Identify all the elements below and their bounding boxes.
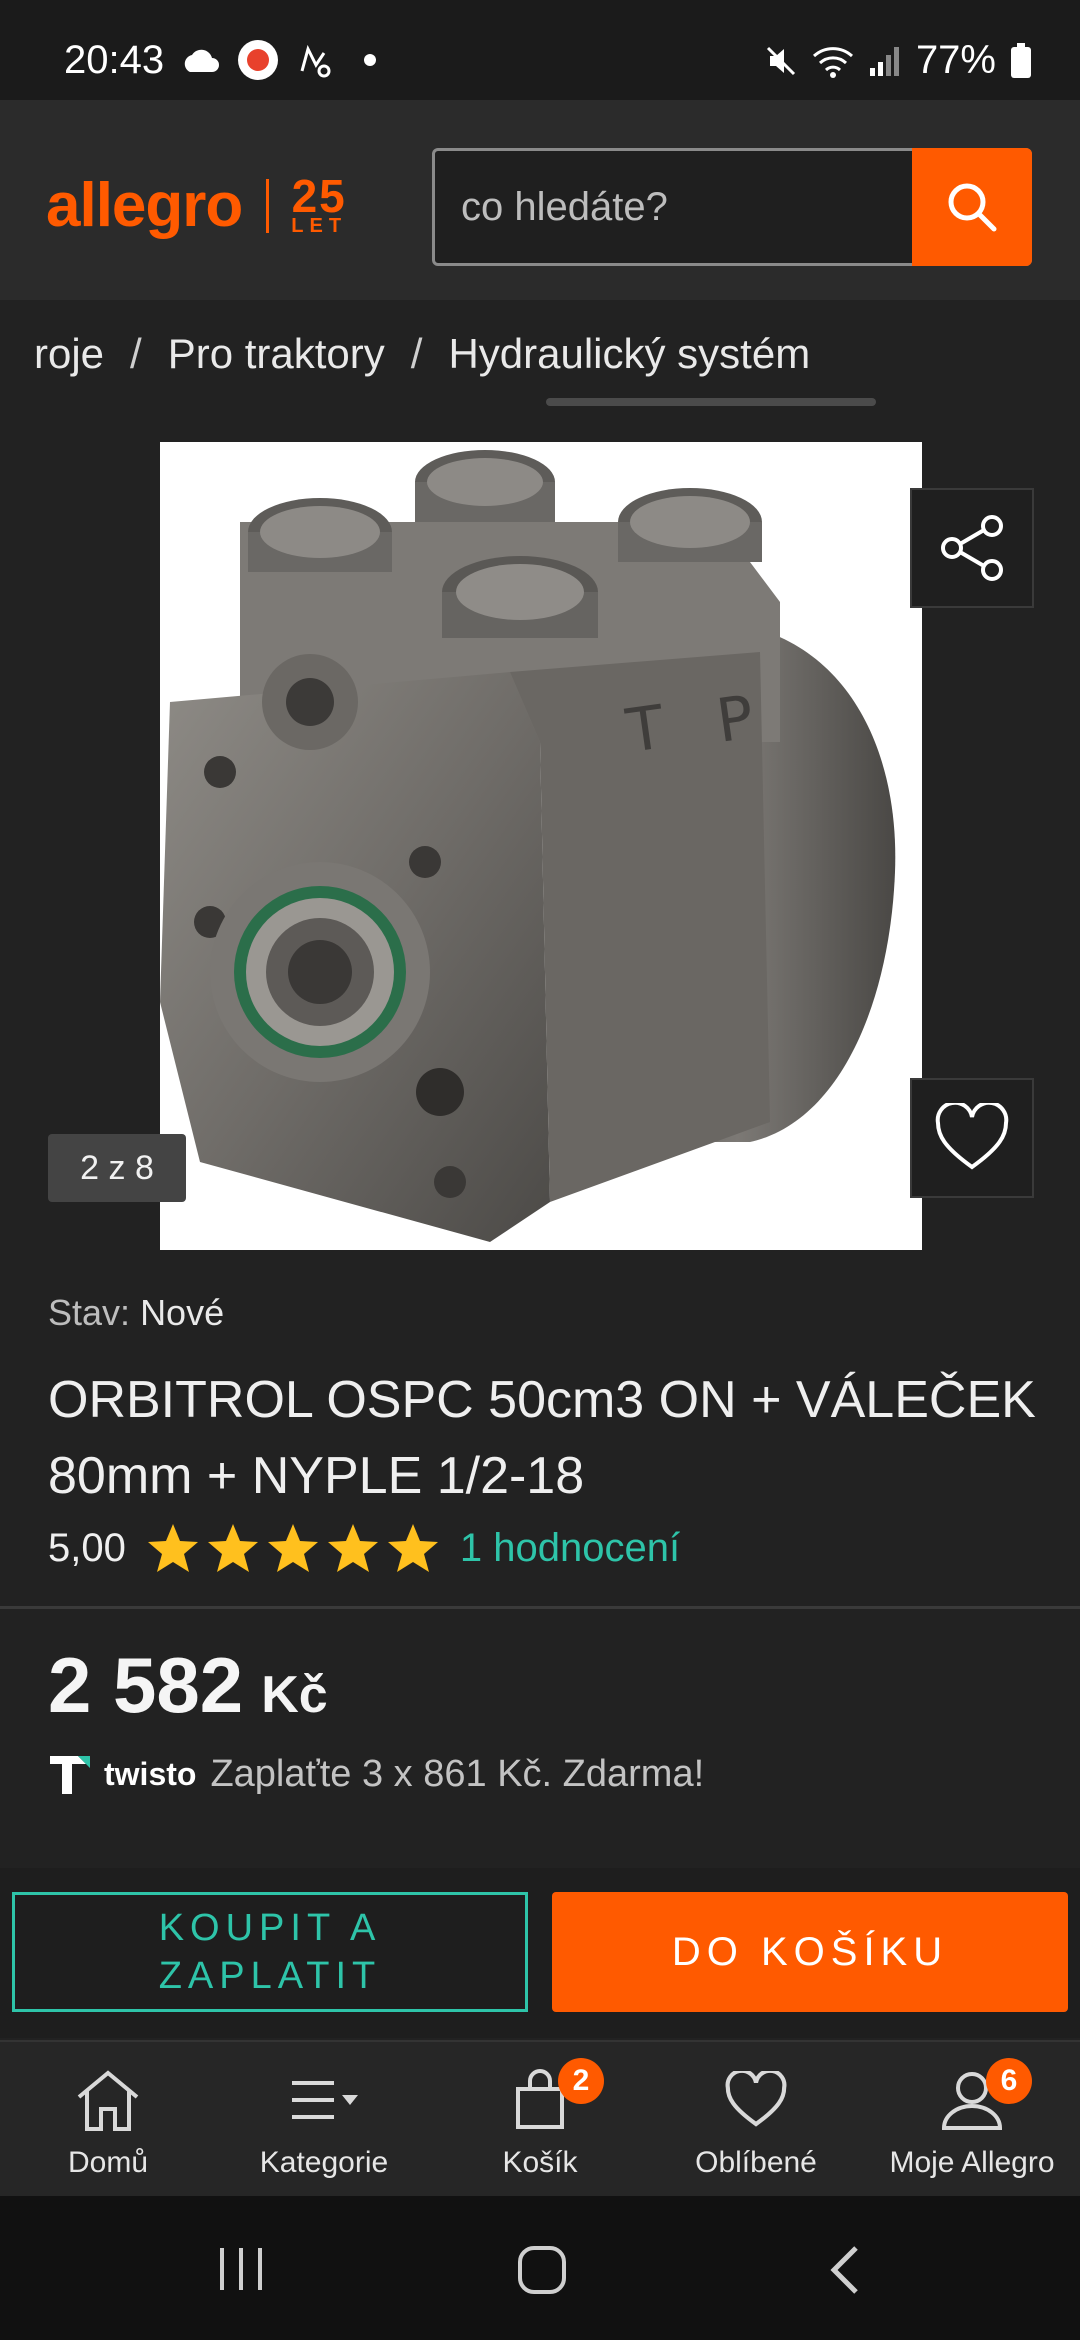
- nav-my-allegro[interactable]: 6 Moje Allegro: [864, 2058, 1080, 2180]
- price: 2 582 Kč: [48, 1640, 328, 1731]
- heart-icon: [935, 1103, 1009, 1170]
- condition: Stav: Nové: [48, 1292, 224, 1334]
- price-amount: 2 582: [48, 1641, 244, 1729]
- logo-wordmark: allegro: [46, 171, 243, 240]
- breadcrumb-scroll-indicator: [546, 398, 876, 406]
- home-button-icon[interactable]: [516, 2244, 568, 2296]
- system-navigation-bar: [0, 2196, 1080, 2340]
- battery-icon: [1011, 42, 1031, 78]
- rating: 5,00 1 hodnocení: [48, 1522, 680, 1574]
- recent-apps-icon[interactable]: [214, 2244, 268, 2294]
- status-time: 20:43: [64, 38, 165, 82]
- image-counter: 2 z 8: [48, 1134, 186, 1202]
- condition-value: Nové: [140, 1292, 225, 1333]
- logo-separator: [266, 178, 270, 233]
- twisto-logo-icon: [50, 1756, 90, 1794]
- nav-my-allegro-label: Moje Allegro: [889, 2146, 1055, 2179]
- wifi-icon: [812, 46, 853, 78]
- favorite-button[interactable]: [910, 1078, 1034, 1198]
- star-icon: [147, 1524, 198, 1572]
- add-to-cart-button[interactable]: DO KOŠÍKU: [552, 1892, 1068, 2012]
- cart-badge: 2: [558, 2058, 604, 2104]
- breadcrumb-separator: /: [130, 330, 142, 377]
- purchase-bar: KOUPIT A ZAPLATIT DO KOŠÍKU: [0, 1868, 1080, 2038]
- battery-percent: 77%: [915, 38, 996, 82]
- search-icon: [948, 183, 997, 232]
- installment-brand: twisto: [104, 1755, 197, 1792]
- heart-icon: [725, 2071, 787, 2127]
- product-title: ORBITROL OSPC 50cm3 ON + VÁLEČEK 80mm + …: [48, 1371, 1036, 1505]
- cloud-icon: [184, 49, 219, 72]
- menu-icon: [292, 2081, 358, 2119]
- star-icon: [327, 1524, 378, 1572]
- search-input[interactable]: [435, 151, 915, 263]
- nav-cart[interactable]: 2 Košík: [432, 2058, 648, 2180]
- share-button[interactable]: [910, 488, 1034, 608]
- breadcrumb-item-current[interactable]: Hydraulický systém: [448, 330, 810, 378]
- nav-home[interactable]: Domů: [0, 2064, 216, 2180]
- nav-categories[interactable]: Kategorie: [216, 2064, 432, 2180]
- rating-count-link[interactable]: 1 hodnocení: [460, 1526, 680, 1571]
- breadcrumb-item[interactable]: Pro traktory: [168, 330, 385, 378]
- dot-icon: [364, 54, 376, 66]
- status-bar: 20:43 77%: [0, 0, 1080, 100]
- condition-label: Stav:: [48, 1292, 131, 1333]
- installment-text: Zaplaťte 3 x 861 Kč. Zdarma!: [210, 1752, 705, 1795]
- allegro-logo[interactable]: allegro 25 LET: [46, 170, 347, 241]
- nav-home-label: Domů: [67, 2146, 149, 2179]
- nav-favorites[interactable]: Oblíbené: [648, 2064, 864, 2180]
- share-icon: [941, 515, 1003, 581]
- breadcrumb-item[interactable]: roje: [34, 330, 104, 378]
- bottom-navigation: Domů Kategorie 2 Košík Oblíbené 6 Moje A…: [0, 2040, 1080, 2196]
- star-icon: [207, 1524, 258, 1572]
- signal-icon: [869, 46, 899, 76]
- installment-offer[interactable]: twisto Zaplaťte 3 x 861 Kč. Zdarma!: [48, 1752, 704, 1796]
- breadcrumb-separator: /: [410, 330, 423, 377]
- nav-cart-label: Košík: [502, 2146, 578, 2179]
- anniversary-badge: 25 LET: [291, 169, 348, 238]
- back-icon[interactable]: [826, 2244, 866, 2296]
- app-header: allegro 25 LET: [0, 100, 1080, 300]
- rating-stars: [146, 1522, 440, 1574]
- search-button[interactable]: [912, 148, 1032, 266]
- account-badge: 6: [986, 2058, 1032, 2104]
- product-image[interactable]: T P: [160, 442, 922, 1250]
- star-icon: [387, 1524, 438, 1572]
- divider: [0, 1606, 1080, 1609]
- notification-app-icon: [238, 40, 278, 80]
- search-box: [432, 148, 1032, 266]
- nav-favorites-label: Oblíbené: [695, 2146, 817, 2179]
- buy-now-button[interactable]: KOUPIT A ZAPLATIT: [12, 1892, 528, 2012]
- nav-categories-label: Kategorie: [259, 2146, 389, 2179]
- price-currency: Kč: [261, 1666, 328, 1724]
- gesture-app-icon: [300, 44, 331, 78]
- star-icon: [267, 1524, 318, 1572]
- hydraulic-unit-illustration: T P: [160, 450, 896, 1242]
- rating-value: 5,00: [48, 1525, 126, 1570]
- home-icon: [77, 2070, 139, 2131]
- breadcrumb: roje / Pro traktory / Hydraulický systém: [0, 300, 1080, 420]
- mute-icon: [766, 46, 795, 75]
